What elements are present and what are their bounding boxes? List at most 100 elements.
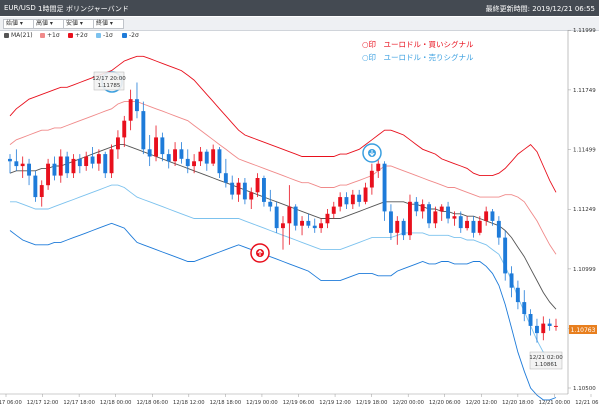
- y-tick-label: 1.10999: [573, 267, 596, 273]
- x-tick-label: 12/20 12:00: [466, 400, 498, 406]
- candle-body: [522, 302, 527, 314]
- candle-body: [427, 204, 431, 224]
- x-tick-label: 12/21 00:00: [539, 400, 571, 406]
- candle-body: [84, 156, 89, 166]
- candle-body: [242, 182, 247, 200]
- candle-body: [554, 325, 558, 327]
- x-tick-label: 12/18 18:00: [210, 400, 242, 406]
- candle-body: [122, 120, 127, 138]
- candle-body: [369, 170, 374, 188]
- candle-body: [414, 201, 419, 212]
- low-tooltip-value: 1.10861: [535, 362, 558, 368]
- candle-body: [408, 201, 412, 236]
- buy-signal-marker: [250, 243, 270, 263]
- candle-body: [293, 206, 298, 226]
- candle-body: [185, 158, 190, 167]
- candle-body: [325, 213, 330, 224]
- candle-body: [217, 149, 222, 174]
- candle-body: [477, 220, 482, 233]
- y-tick-label: 1.11749: [573, 88, 596, 94]
- candle-body: [211, 149, 216, 164]
- candle-body: [528, 314, 533, 326]
- candle-body: [255, 178, 260, 193]
- last-price-tag: 1.10763: [569, 325, 597, 334]
- candle-body: [27, 163, 31, 176]
- candle-body: [471, 220, 476, 233]
- y-tick-label: 1.11249: [573, 207, 596, 213]
- candle-body: [128, 99, 133, 121]
- candle-body: [90, 156, 95, 164]
- candle-body: [382, 163, 387, 212]
- high-annotation: 12/17 20:00 1.11785: [92, 71, 126, 93]
- candle-body: [515, 287, 520, 303]
- candle-body: [287, 206, 292, 224]
- candle-body: [458, 216, 463, 229]
- candle-body: [452, 216, 457, 219]
- candle-body: [96, 154, 101, 164]
- candle-body: [490, 211, 495, 221]
- candle-body: [395, 220, 400, 233]
- candle-body: [33, 175, 38, 198]
- candle-body: [503, 237, 508, 274]
- candle-body: [547, 323, 552, 326]
- candle-body: [401, 220, 406, 236]
- x-tick-label: 12/17 18:00: [63, 400, 95, 406]
- candle-body: [58, 156, 63, 176]
- x-tick-label: 12/17 06:00: [0, 400, 22, 406]
- candle-body: [312, 225, 317, 229]
- candle-body: [223, 173, 228, 183]
- x-tick-label: 12/20 00:00: [392, 400, 424, 406]
- candle-body: [484, 211, 489, 221]
- x-tick-label: 12/18 06:00: [136, 400, 168, 406]
- bollinger-chart: 1.11999 1.11749 1.11499 1.11249 1.10999 1.107…: [0, 28, 599, 406]
- low-annotation: 12/21 02:00 1.10861: [529, 351, 563, 370]
- candle-body: [389, 211, 393, 233]
- candle-body: [204, 151, 209, 164]
- candle-body: [306, 220, 311, 226]
- candle-body: [8, 158, 12, 162]
- candle-body: [65, 156, 70, 174]
- x-tick-label: 12/19 18:00: [356, 400, 388, 406]
- candle-body: [116, 137, 120, 150]
- candle-body: [147, 149, 152, 157]
- last-price-value: 1.10763: [571, 327, 596, 334]
- candle-body: [363, 187, 368, 202]
- x-tick-label: 12/17 12:00: [27, 400, 59, 406]
- candle-body: [420, 204, 425, 212]
- candle-body: [46, 163, 50, 186]
- y-tick-label: 1.11499: [573, 148, 596, 154]
- candle-body: [281, 223, 285, 229]
- minus1-sigma-line: [10, 184, 557, 365]
- candle-body: [173, 149, 177, 162]
- candle-body: [268, 201, 273, 207]
- y-tick-label: 1.11999: [573, 28, 596, 34]
- x-tick-label: 12/19 00:00: [246, 400, 278, 406]
- candle-body: [135, 99, 139, 112]
- candle-body: [376, 163, 381, 171]
- x-tick-label: 12/20 06:00: [429, 400, 461, 406]
- candle-body: [300, 220, 304, 226]
- candle-body: [179, 149, 184, 159]
- candle-body: [141, 111, 146, 150]
- candle-body: [109, 149, 114, 174]
- candle-body: [160, 137, 165, 155]
- candle-body: [433, 211, 438, 224]
- candle-body: [14, 161, 19, 167]
- high-tooltip-value: 1.11785: [98, 83, 121, 89]
- sell-signal-marker: [362, 143, 382, 163]
- candle-body: [39, 185, 44, 197]
- candle-body: [465, 220, 469, 229]
- candle-body: [71, 158, 76, 174]
- candle-body: [509, 273, 514, 288]
- x-tick-label: 12/18 00:00: [100, 400, 132, 406]
- high-tooltip-time: 12/17 20:00: [92, 76, 126, 82]
- low-tooltip-time: 12/21 02:00: [529, 355, 563, 361]
- candle-body: [166, 154, 171, 162]
- candle-body: [344, 197, 349, 205]
- candle-body: [77, 158, 82, 167]
- candle-body: [338, 197, 343, 207]
- x-tick-label: 12/19 12:00: [319, 400, 351, 406]
- candle-body: [319, 223, 323, 229]
- candle-body: [230, 182, 235, 195]
- x-tick-label: 12/19 06:00: [283, 400, 315, 406]
